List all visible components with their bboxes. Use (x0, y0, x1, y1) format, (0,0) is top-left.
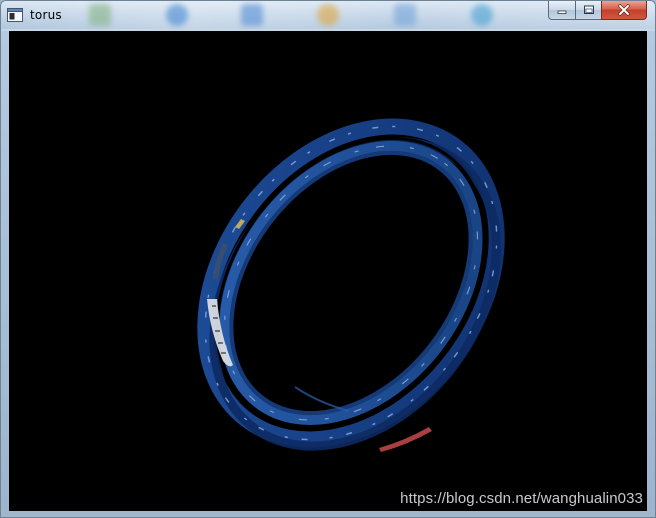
close-icon (618, 4, 630, 16)
title-bar[interactable]: torus (1, 1, 655, 29)
blurred-background-icon (166, 4, 188, 26)
app-window-icon[interactable] (7, 8, 23, 22)
caption-buttons (548, 1, 647, 21)
blurred-background-icon (241, 4, 263, 26)
minimize-icon (557, 10, 567, 14)
maximize-button[interactable] (575, 1, 601, 20)
blurred-background-icon (317, 4, 339, 26)
watermark-url: https://blog.csdn.net/wanghualin033 (400, 490, 643, 507)
opengl-viewport[interactable]: https://blog.csdn.net/wanghualin033 (9, 31, 647, 511)
blurred-background-icon (89, 4, 111, 26)
torus-render (197, 118, 505, 452)
blurred-background-icon (471, 4, 493, 26)
window-title: torus (30, 8, 62, 22)
window-left-border[interactable] (1, 31, 9, 511)
maximize-icon (583, 5, 594, 14)
app-window: torus https://blog.csdn.net/wanghualin03… (0, 0, 656, 518)
minimize-button[interactable] (548, 1, 575, 20)
window-right-border[interactable] (647, 31, 655, 511)
blurred-background-icon (394, 4, 416, 26)
close-button[interactable] (601, 1, 647, 20)
